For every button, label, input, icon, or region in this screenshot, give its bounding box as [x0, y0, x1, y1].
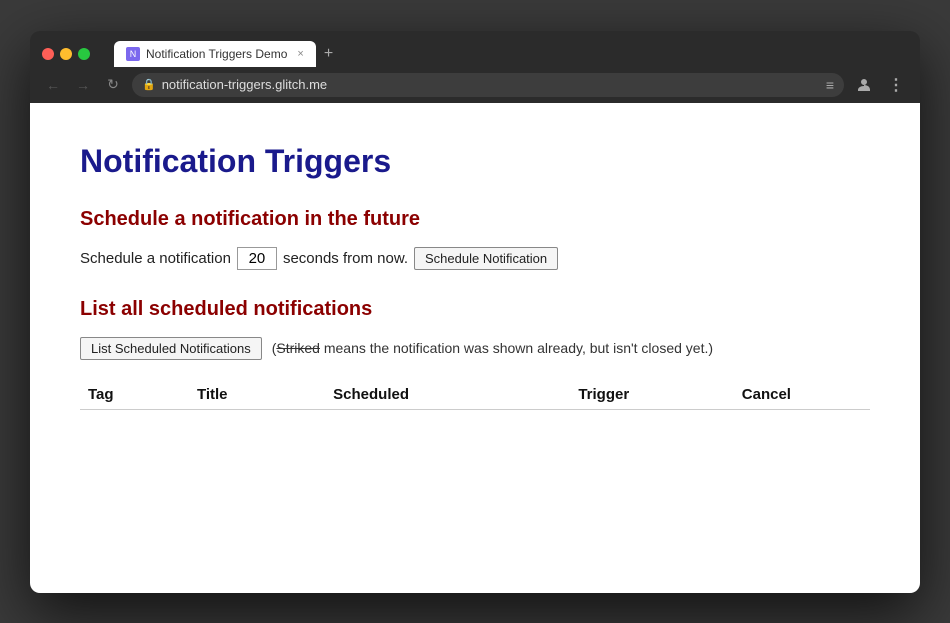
schedule-notification-button[interactable]: Schedule Notification — [414, 247, 558, 270]
url-menu-icon[interactable]: ≡ — [826, 77, 834, 93]
profile-icon[interactable] — [852, 73, 876, 97]
minimize-window-button[interactable] — [60, 48, 72, 60]
schedule-label-before: Schedule a notification — [80, 250, 231, 267]
page-title: Notification Triggers — [80, 143, 870, 180]
close-window-button[interactable] — [42, 48, 54, 60]
toolbar-icons: ⋮ — [852, 73, 908, 97]
schedule-label-after: seconds from now. — [283, 250, 408, 267]
new-tab-button[interactable]: + — [316, 41, 341, 67]
tab-favicon: N — [126, 47, 140, 61]
tab-title: Notification Triggers Demo — [146, 47, 287, 61]
forward-button[interactable]: → — [72, 74, 94, 96]
schedule-section: Schedule a notification in the future Sc… — [80, 208, 870, 270]
strikethrough-note: (Striked means the notification was show… — [272, 340, 713, 356]
schedule-row: Schedule a notification seconds from now… — [80, 247, 870, 270]
schedule-section-heading: Schedule a notification in the future — [80, 208, 870, 231]
note-rest: means the notification was shown already… — [320, 340, 713, 356]
table-header-row: Tag Title Scheduled Trigger Cancel — [80, 380, 870, 410]
back-button[interactable]: ← — [42, 74, 64, 96]
title-bar: N Notification Triggers Demo × + — [30, 31, 920, 67]
active-tab[interactable]: N Notification Triggers Demo × — [114, 41, 316, 67]
col-header-cancel: Cancel — [734, 380, 870, 410]
list-section: List all scheduled notifications List Sc… — [80, 298, 870, 410]
struck-text: Striked — [276, 340, 320, 356]
traffic-lights — [42, 48, 90, 60]
favicon-label: N — [130, 49, 137, 59]
notifications-table: Tag Title Scheduled Trigger Cancel — [80, 380, 870, 410]
list-notifications-button[interactable]: List Scheduled Notifications — [80, 337, 262, 360]
url-bar[interactable]: 🔒 notification-triggers.glitch.me ≡ — [132, 73, 844, 97]
col-header-tag: Tag — [80, 380, 189, 410]
browser-window: N Notification Triggers Demo × + ← → ↻ 🔒… — [30, 31, 920, 593]
page-content: Notification Triggers Schedule a notific… — [30, 103, 920, 593]
maximize-window-button[interactable] — [78, 48, 90, 60]
address-bar: ← → ↻ 🔒 notification-triggers.glitch.me … — [30, 67, 920, 103]
tabs-bar: N Notification Triggers Demo × + — [114, 41, 908, 67]
more-icon: ⋮ — [888, 75, 904, 95]
browser-chrome: N Notification Triggers Demo × + ← → ↻ 🔒… — [30, 31, 920, 103]
col-header-title: Title — [189, 380, 325, 410]
list-controls: List Scheduled Notifications (Striked me… — [80, 337, 870, 360]
col-header-trigger: Trigger — [570, 380, 733, 410]
list-section-heading: List all scheduled notifications — [80, 298, 870, 321]
col-header-scheduled: Scheduled — [325, 380, 570, 410]
table-header: Tag Title Scheduled Trigger Cancel — [80, 380, 870, 410]
more-button[interactable]: ⋮ — [884, 73, 908, 97]
tab-close-button[interactable]: × — [297, 48, 303, 60]
url-text: notification-triggers.glitch.me — [162, 77, 820, 92]
lock-icon: 🔒 — [142, 78, 156, 91]
reload-button[interactable]: ↻ — [102, 74, 124, 96]
seconds-input[interactable] — [237, 247, 277, 270]
